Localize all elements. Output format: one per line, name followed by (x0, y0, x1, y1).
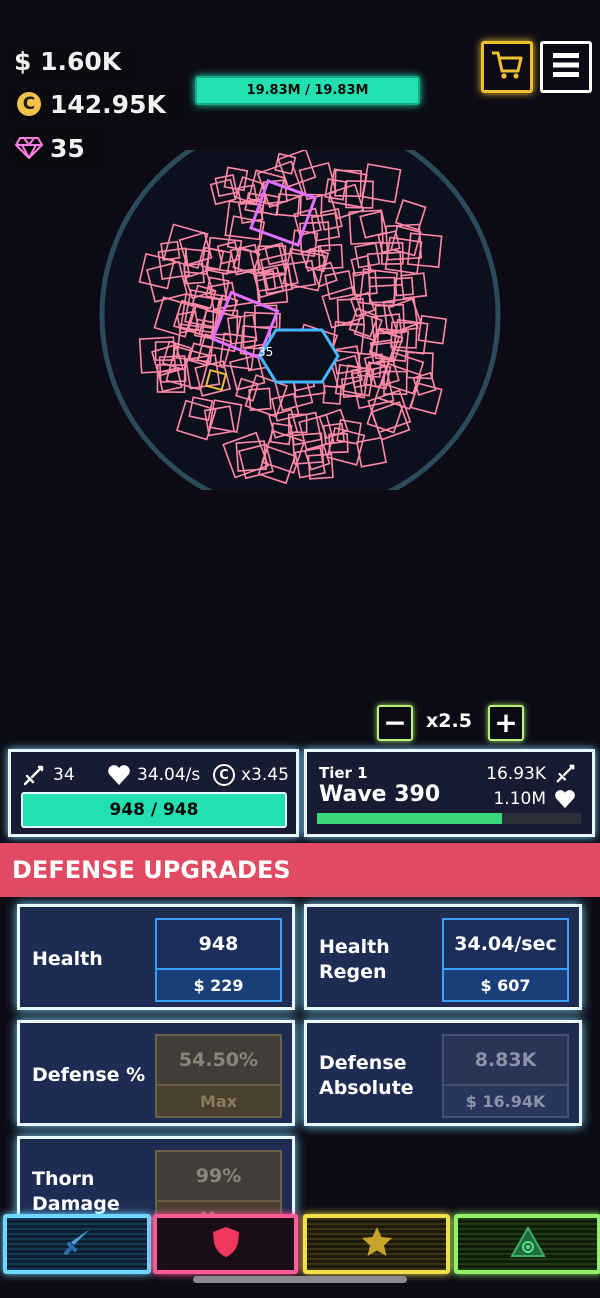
damage-number: 35 (258, 345, 273, 359)
upgrade-buy-button[interactable]: 8.83K $ 16.94K (442, 1034, 569, 1118)
coin-icon: C (213, 764, 235, 786)
upgrade-card-defense-absolute[interactable]: Defense Absolute 8.83K $ 16.94K (304, 1020, 582, 1126)
sword-icon (60, 1225, 94, 1263)
cart-icon (490, 49, 524, 85)
wave-progress-fill (317, 813, 502, 824)
player-stats-panel: 34 34.04/s C x3.45 948 / 948 (8, 749, 299, 837)
eye-pyramid-icon (509, 1225, 546, 1262)
upgrade-buy-button[interactable]: 54.50% Max (155, 1034, 282, 1118)
player-regen: 34.04/s (137, 765, 201, 785)
player-health-bar: 948 / 948 (21, 792, 287, 828)
diamond-icon (14, 133, 44, 163)
upgrade-value: 54.50% (157, 1036, 280, 1086)
coin-multiplier: x3.45 (241, 765, 289, 785)
heart-icon (107, 764, 131, 790)
upgrade-label: Health Regen (319, 936, 390, 983)
menu-button[interactable] (540, 41, 592, 93)
upgrade-value: 8.83K (444, 1036, 567, 1086)
upgrade-card-thorn-damage[interactable]: Thorn Damage 99% Max (17, 1136, 295, 1217)
tier-label: Tier 1 (319, 764, 368, 782)
cash-display: $ 1.60K (14, 47, 136, 76)
upgrade-label: Thorn Damage (32, 1168, 120, 1215)
upgrade-cost: $ 607 (444, 970, 567, 1000)
upgrade-label: Health (32, 948, 103, 970)
section-header: DEFENSE UPGRADES (0, 843, 600, 897)
sword-icon (21, 764, 45, 792)
coin-icon: C (14, 89, 44, 119)
speed-increase-button[interactable]: + (488, 705, 524, 741)
tab-attack[interactable] (3, 1214, 151, 1274)
upgrade-buy-button[interactable]: 34.04/sec $ 607 (442, 918, 569, 1002)
upgrade-card-health[interactable]: Health 948 $ 229 (17, 904, 295, 1010)
upgrade-buy-button[interactable]: 99% Max (155, 1150, 282, 1217)
upgrade-label: Defense % (32, 1064, 146, 1086)
sword-icon (554, 763, 576, 789)
coins-amount: 142.95K (50, 89, 166, 119)
upgrade-value: 34.04/sec (444, 920, 567, 970)
gems-amount: 35 (50, 133, 85, 163)
shop-button[interactable] (481, 41, 533, 93)
boss-health-bar: 19.83M / 19.83M (195, 76, 420, 105)
upgrade-label: Defense Absolute (319, 1052, 414, 1099)
star-icon (360, 1226, 394, 1262)
shield-icon (211, 1225, 241, 1263)
section-title: DEFENSE UPGRADES (12, 856, 291, 884)
tab-ultimate[interactable] (454, 1214, 600, 1274)
speed-value: x2.5 (426, 710, 472, 732)
wave-panel: Tier 1 Wave 390 16.93K 1.10M (304, 749, 595, 837)
upgrade-card-defense-percent[interactable]: Defense % 54.50% Max (17, 1020, 295, 1126)
player-health-text: 948 / 948 (109, 800, 199, 820)
heart-icon (554, 789, 576, 813)
upgrade-cost: $ 16.94K (444, 1086, 567, 1116)
home-indicator (193, 1276, 407, 1283)
hamburger-icon (551, 50, 581, 84)
upgrade-cost: $ 229 (157, 970, 280, 1000)
plus-icon: + (494, 706, 518, 739)
upgrade-cost: Max (157, 1086, 280, 1116)
cash-amount: $ 1.60K (14, 47, 122, 76)
boss-health-text: 19.83M / 19.83M (246, 83, 369, 98)
wave-progress-track (317, 813, 581, 824)
coins-display: C 142.95K (14, 89, 180, 119)
minus-icon: − (383, 706, 407, 739)
enemy-damage: 16.93K (486, 764, 546, 784)
enemy-health: 1.10M (493, 789, 546, 809)
upgrade-card-health-regen[interactable]: Health Regen 34.04/sec $ 607 (304, 904, 582, 1010)
tab-utility[interactable] (303, 1214, 450, 1274)
tab-defense[interactable] (153, 1214, 298, 1274)
upgrade-value: 948 (157, 920, 280, 970)
upgrade-value: 99% (157, 1152, 280, 1202)
speed-decrease-button[interactable]: − (377, 705, 413, 741)
battlefield: 35 (99, 150, 501, 490)
upgrade-buy-button[interactable]: 948 $ 229 (155, 918, 282, 1002)
range-circle (99, 150, 501, 490)
wave-label: Wave 390 (319, 782, 441, 807)
gems-display: 35 (14, 133, 99, 163)
player-damage: 34 (53, 765, 75, 785)
